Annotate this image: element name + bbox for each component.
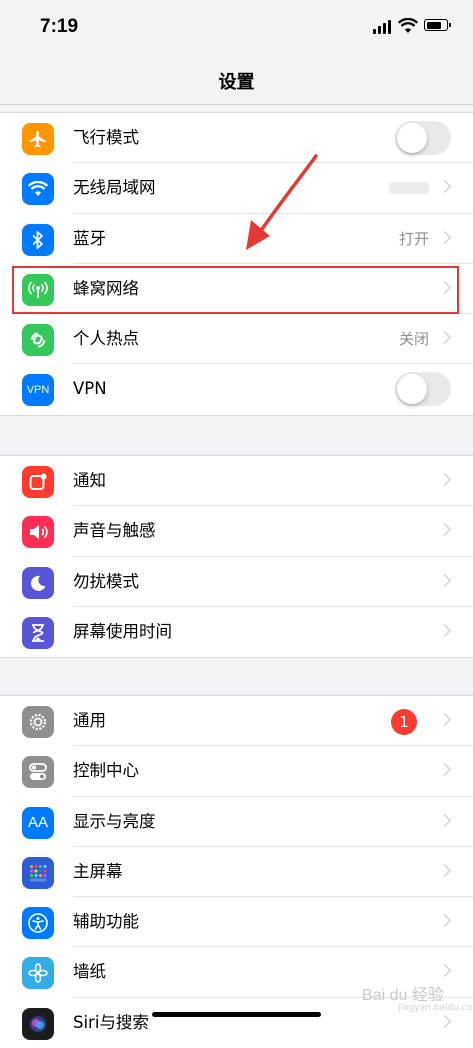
- chevron-right-icon: [438, 964, 451, 978]
- page-title: 设置: [218, 72, 255, 93]
- status-time: 7:19: [40, 16, 79, 37]
- bluetooth-icon: [22, 223, 54, 256]
- row-label: Siri与搜索: [73, 1012, 149, 1032]
- notifications-icon: [22, 466, 54, 498]
- hotspot-status-value: 关闭: [398, 330, 429, 349]
- chevron-right-icon: [438, 331, 451, 345]
- settings-row-control-center[interactable]: 控制中心: [0, 746, 473, 797]
- watermark-url: jingyan.baidu.com: [398, 1003, 473, 1013]
- watermark-logo-text: Bai du 经验: [362, 987, 444, 1004]
- airplane-mode-toggle[interactable]: [395, 121, 451, 155]
- vpn-icon-text: VPN: [26, 384, 50, 397]
- wifi-network-name-redacted: [389, 182, 429, 195]
- chevron-right-icon: [438, 523, 451, 537]
- update-count-badge: 1: [391, 709, 417, 735]
- row-label: 屏幕使用时间: [73, 621, 172, 641]
- vpn-toggle[interactable]: [395, 372, 451, 407]
- row-label: 通用: [73, 711, 106, 730]
- row-label: 主屏幕: [73, 861, 123, 881]
- row-label: 勿扰模式: [73, 571, 139, 591]
- settings-row-general[interactable]: 通用 1: [0, 696, 473, 747]
- moon-icon: [22, 566, 54, 599]
- chevron-right-icon: [438, 763, 451, 777]
- settings-row-sounds[interactable]: 声音与触感: [0, 506, 473, 557]
- settings-row-notifications[interactable]: 通知: [0, 456, 473, 507]
- row-label: 墙纸: [73, 962, 106, 982]
- settings-row-airplane-mode[interactable]: 飞行模式: [0, 113, 473, 164]
- settings-row-screen-time[interactable]: 屏幕使用时间: [0, 607, 473, 657]
- row-label: 通知: [73, 471, 106, 490]
- switches-icon: [22, 756, 54, 789]
- chevron-right-icon: [438, 713, 451, 726]
- chevron-right-icon: [438, 813, 451, 827]
- chevron-right-icon: [438, 180, 451, 194]
- row-label: 显示与亮度: [73, 811, 156, 831]
- row-label: 蓝牙: [73, 228, 106, 248]
- notifications-group: 通知 声音与触感 勿扰模式 屏幕使用时间: [0, 455, 473, 659]
- chevron-right-icon: [438, 230, 451, 244]
- hotspot-icon: [22, 324, 54, 357]
- home-screen-grid-icon: [22, 856, 54, 889]
- settings-row-display-brightness[interactable]: AA 显示与亮度: [0, 797, 473, 847]
- hourglass-icon: [22, 616, 54, 649]
- status-bar: 7:19: [0, 0, 473, 56]
- chevron-right-icon: [438, 573, 451, 587]
- accessibility-icon: [22, 907, 54, 940]
- home-indicator[interactable]: [152, 1012, 321, 1017]
- row-label: 声音与触感: [73, 521, 156, 541]
- settings-row-vpn[interactable]: VPN VPN: [0, 364, 473, 414]
- highlight-box: [12, 266, 459, 314]
- text-size-icon: AA: [22, 806, 54, 839]
- row-label: 辅助功能: [73, 912, 139, 932]
- row-label: VPN: [73, 379, 107, 399]
- settings-row-do-not-disturb[interactable]: 勿扰模式: [0, 557, 473, 607]
- chevron-right-icon: [438, 864, 451, 877]
- chevron-right-icon: [438, 624, 451, 637]
- settings-row-wifi[interactable]: 无线局域网: [0, 163, 473, 214]
- chevron-right-icon: [438, 1014, 451, 1028]
- navigation-bar: 设置: [0, 56, 473, 105]
- text-size-icon-text: AA: [27, 814, 48, 832]
- connectivity-group: 飞行模式 无线局域网 蓝牙 打开 蜂窝网络 个人热点 关闭 VPN VPN: [0, 112, 473, 416]
- settings-row-accessibility[interactable]: 辅助功能: [0, 897, 473, 948]
- row-label: 无线局域网: [73, 178, 156, 198]
- settings-row-bluetooth[interactable]: 蓝牙 打开: [0, 214, 473, 264]
- chevron-right-icon: [438, 473, 451, 486]
- gear-icon: [22, 706, 54, 738]
- battery-icon: [424, 19, 451, 31]
- wallpaper-flower-icon: [22, 957, 54, 990]
- vpn-icon: VPN: [22, 374, 54, 407]
- row-label: 飞行模式: [73, 128, 139, 147]
- bluetooth-status-value: 打开: [398, 229, 429, 248]
- chevron-right-icon: [438, 914, 451, 928]
- settings-row-personal-hotspot[interactable]: 个人热点 关闭: [0, 314, 473, 365]
- wifi-status-icon: [398, 18, 418, 33]
- airplane-icon: [22, 123, 54, 155]
- row-label: 控制中心: [73, 761, 139, 781]
- speaker-icon: [22, 516, 54, 549]
- cellular-signal-icon: [373, 20, 393, 34]
- row-label: 个人热点: [73, 329, 139, 349]
- settings-row-home-screen[interactable]: 主屏幕: [0, 847, 473, 898]
- wifi-icon: [22, 173, 54, 206]
